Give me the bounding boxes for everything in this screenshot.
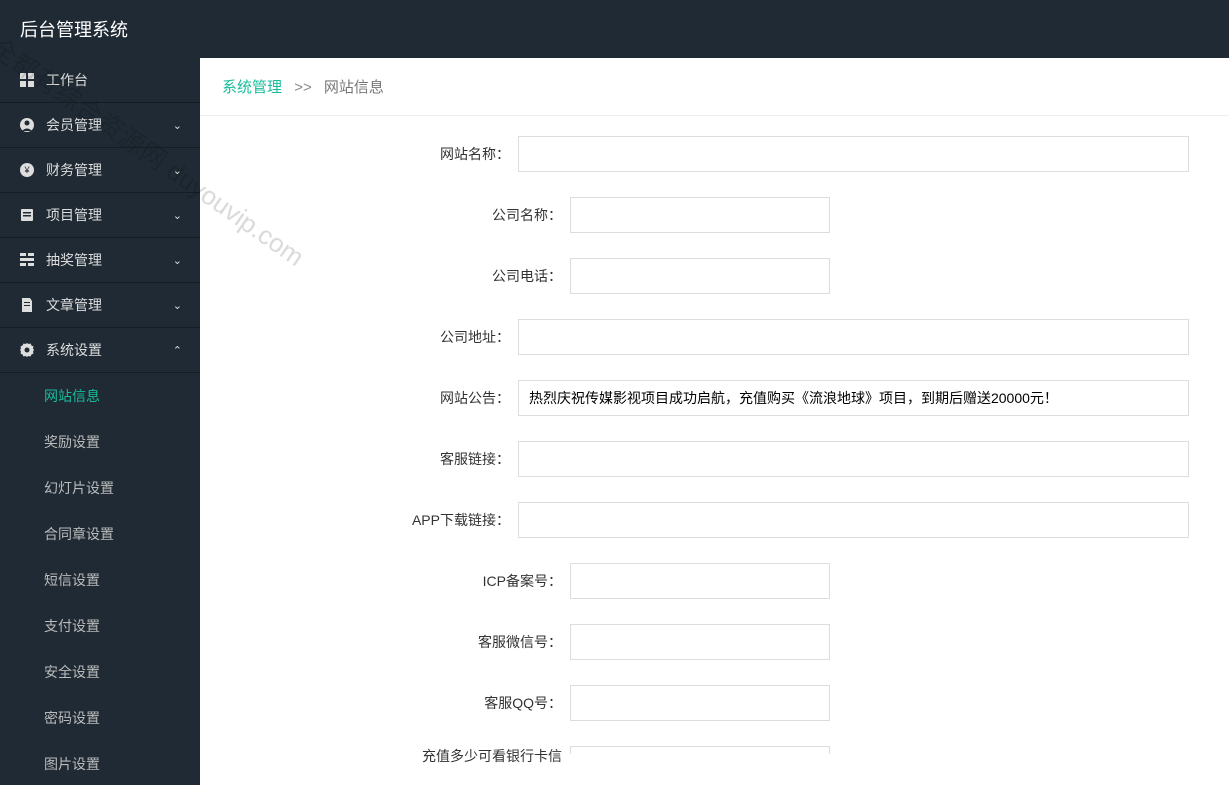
input-company-name[interactable] [570, 197, 830, 233]
form-row-site-name: 网站名称： [200, 136, 1189, 172]
article-icon [18, 296, 36, 314]
form-row-service-link: 客服链接： [200, 441, 1189, 477]
sidebar-item-label: 工作台 [46, 70, 88, 90]
label-company-name: 公司名称： [200, 205, 570, 225]
input-announcement[interactable] [518, 380, 1189, 416]
money-icon: ¥ [18, 161, 36, 179]
sidebar-item-label: 会员管理 [46, 115, 102, 135]
chevron-down-icon: ⌄ [173, 164, 182, 177]
form-row-qq: 客服QQ号： [200, 685, 1189, 721]
sidebar-item-member[interactable]: 会员管理 ⌄ [0, 103, 200, 148]
site-info-form: 网站名称： 公司名称： 公司电话： 公司地址： 网站公告： [200, 116, 1229, 785]
sidebar-subitem-image[interactable]: 图片设置 [0, 741, 200, 785]
sidebar-item-system[interactable]: 系统设置 ⌃ [0, 328, 200, 373]
input-company-phone[interactable] [570, 258, 830, 294]
label-recharge: 充值多少可看银行卡信 [200, 746, 570, 766]
label-app-download: APP下载链接： [200, 510, 518, 530]
sidebar-subitem-sms[interactable]: 短信设置 [0, 557, 200, 603]
sidebar-subitem-contract[interactable]: 合同章设置 [0, 511, 200, 557]
dashboard-icon [18, 71, 36, 89]
sidebar-item-label: 抽奖管理 [46, 250, 102, 270]
label-company-address: 公司地址： [200, 327, 518, 347]
sidebar-subitem-reward[interactable]: 奖励设置 [0, 419, 200, 465]
label-wechat: 客服微信号： [200, 632, 570, 652]
chevron-down-icon: ⌄ [173, 119, 182, 132]
label-announcement: 网站公告： [200, 388, 518, 408]
gear-icon [18, 341, 36, 359]
chevron-up-icon: ⌃ [173, 344, 182, 357]
input-site-name[interactable] [518, 136, 1189, 172]
input-wechat[interactable] [570, 624, 830, 660]
label-icp: ICP备案号： [200, 571, 570, 591]
lottery-icon [18, 251, 36, 269]
sidebar-subitem-security[interactable]: 安全设置 [0, 649, 200, 695]
sidebar-subitem-password[interactable]: 密码设置 [0, 695, 200, 741]
main-content: 系统管理 >> 网站信息 网站名称： 公司名称： 公司电话： 公司地址： [200, 58, 1229, 785]
chevron-down-icon: ⌄ [173, 209, 182, 222]
sidebar-subitem-site-info[interactable]: 网站信息 [0, 373, 200, 419]
breadcrumb: 系统管理 >> 网站信息 [200, 58, 1229, 116]
form-row-recharge: 充值多少可看银行卡信 [200, 746, 1189, 766]
form-row-wechat: 客服微信号： [200, 624, 1189, 660]
sidebar-item-finance[interactable]: ¥ 财务管理 ⌄ [0, 148, 200, 193]
chevron-down-icon: ⌄ [173, 254, 182, 267]
svg-text:¥: ¥ [23, 165, 30, 175]
form-row-company-address: 公司地址： [200, 319, 1189, 355]
form-row-announcement: 网站公告： [200, 380, 1189, 416]
sidebar-item-label: 系统设置 [46, 340, 102, 360]
project-icon [18, 206, 36, 224]
sidebar-item-label: 文章管理 [46, 295, 102, 315]
sidebar-subitem-slideshow[interactable]: 幻灯片设置 [0, 465, 200, 511]
chevron-down-icon: ⌄ [173, 299, 182, 312]
input-company-address[interactable] [518, 319, 1189, 355]
sidebar-item-article[interactable]: 文章管理 ⌄ [0, 283, 200, 328]
sidebar-item-dashboard[interactable]: 工作台 [0, 58, 200, 103]
input-icp[interactable] [570, 563, 830, 599]
sidebar-item-lottery[interactable]: 抽奖管理 ⌄ [0, 238, 200, 283]
label-site-name: 网站名称： [200, 144, 518, 164]
input-recharge[interactable] [570, 746, 830, 754]
breadcrumb-current: 网站信息 [324, 79, 384, 96]
input-app-download[interactable] [518, 502, 1189, 538]
sidebar-item-project[interactable]: 项目管理 ⌄ [0, 193, 200, 238]
sidebar-item-label: 项目管理 [46, 205, 102, 225]
form-row-company-name: 公司名称： [200, 197, 1189, 233]
label-company-phone: 公司电话： [200, 266, 570, 286]
sidebar-item-label: 财务管理 [46, 160, 102, 180]
input-service-link[interactable] [518, 441, 1189, 477]
sidebar-subitem-payment[interactable]: 支付设置 [0, 603, 200, 649]
label-qq: 客服QQ号： [200, 693, 570, 713]
input-qq[interactable] [570, 685, 830, 721]
app-header: 后台管理系统 [0, 0, 1229, 58]
form-row-app-download: APP下载链接： [200, 502, 1189, 538]
user-icon [18, 116, 36, 134]
form-row-company-phone: 公司电话： [200, 258, 1189, 294]
app-title: 后台管理系统 [20, 16, 128, 42]
breadcrumb-sep: >> [294, 79, 312, 96]
sidebar: 工作台 会员管理 ⌄ ¥ 财务管理 ⌄ 项目管理 ⌄ [0, 58, 200, 785]
label-service-link: 客服链接： [200, 449, 518, 469]
breadcrumb-parent[interactable]: 系统管理 [222, 79, 282, 96]
form-row-icp: ICP备案号： [200, 563, 1189, 599]
